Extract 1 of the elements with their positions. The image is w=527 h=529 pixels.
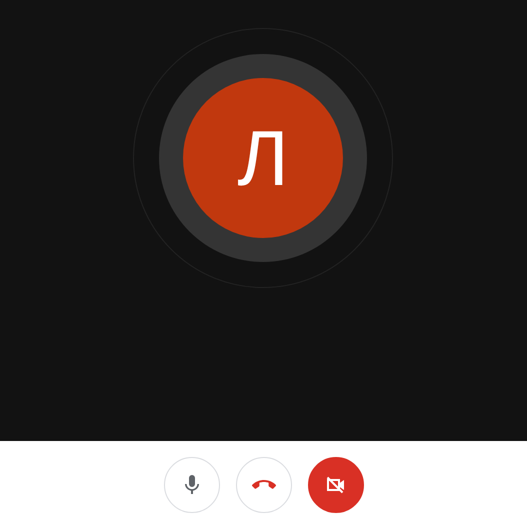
caller-avatar: Л (183, 78, 343, 238)
